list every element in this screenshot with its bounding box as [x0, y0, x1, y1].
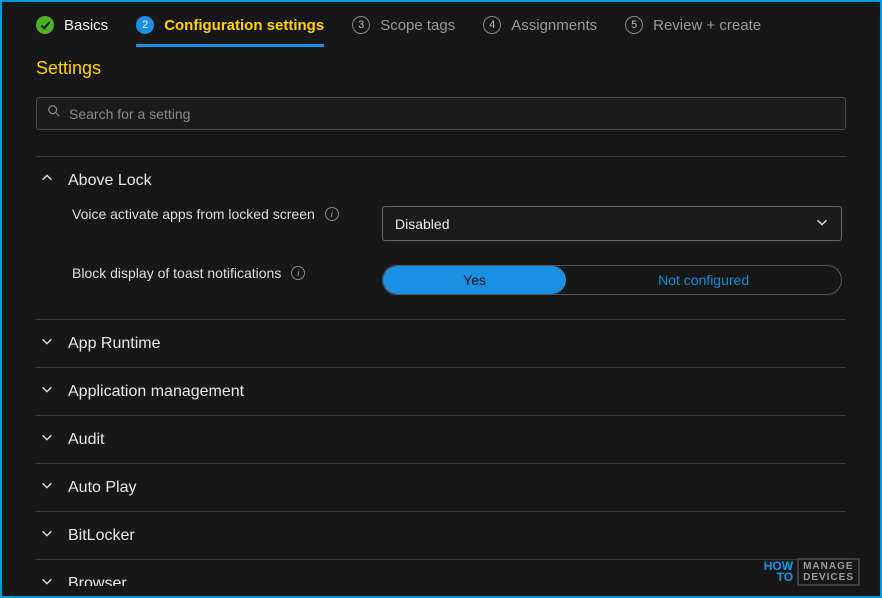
- category-audit: Audit: [36, 415, 846, 463]
- setting-label: Block display of toast notifications: [72, 265, 281, 281]
- step-label: Basics: [64, 17, 108, 34]
- category-header[interactable]: Browser: [36, 574, 846, 586]
- category-header[interactable]: BitLocker: [36, 526, 846, 545]
- watermark-devices: DEVICES: [803, 572, 854, 583]
- chevron-down-icon: [40, 382, 54, 401]
- info-icon[interactable]: i: [325, 207, 339, 221]
- category-title: Application management: [68, 383, 244, 401]
- step-label: Review + create: [653, 17, 761, 34]
- category-header[interactable]: App Runtime: [36, 334, 846, 353]
- step-assignments[interactable]: 4 Assignments: [483, 16, 597, 34]
- chevron-down-icon: [40, 526, 54, 545]
- watermark-logo: HOW TO MANAGE DEVICES: [764, 558, 860, 586]
- category-title: Above Lock: [68, 172, 152, 190]
- step-label: Assignments: [511, 17, 597, 34]
- search-input[interactable]: [69, 106, 835, 122]
- chevron-down-icon: [815, 215, 829, 232]
- step-number-icon: 2: [136, 16, 154, 34]
- step-number-icon: 4: [483, 16, 501, 34]
- chevron-down-icon: [40, 574, 54, 586]
- search-box[interactable]: [36, 97, 846, 130]
- toggle-option-yes[interactable]: Yes: [383, 266, 566, 294]
- voice-activate-dropdown[interactable]: Disabled: [382, 206, 842, 241]
- settings-content: Above Lock Voice activate apps from lock…: [2, 156, 880, 586]
- category-app-runtime: App Runtime: [36, 319, 846, 367]
- category-title: BitLocker: [68, 527, 135, 545]
- toggle-option-not-configured[interactable]: Not configured: [566, 266, 841, 294]
- chevron-down-icon: [40, 430, 54, 449]
- check-icon: [36, 16, 54, 34]
- category-title: Auto Play: [68, 479, 136, 497]
- category-header[interactable]: Auto Play: [36, 478, 846, 497]
- category-application-management: Application management: [36, 367, 846, 415]
- category-header-above-lock[interactable]: Above Lock: [36, 171, 846, 190]
- step-label: Configuration settings: [164, 17, 324, 34]
- watermark-to: TO: [764, 572, 793, 583]
- step-configuration-settings[interactable]: 2 Configuration settings: [136, 16, 324, 47]
- step-review-create[interactable]: 5 Review + create: [625, 16, 761, 34]
- step-label: Scope tags: [380, 17, 455, 34]
- setting-voice-activate-apps: Voice activate apps from locked screen i…: [72, 206, 846, 241]
- category-header[interactable]: Audit: [36, 430, 846, 449]
- step-number-icon: 3: [352, 16, 370, 34]
- dropdown-value: Disabled: [395, 216, 449, 232]
- step-scope-tags[interactable]: 3 Scope tags: [352, 16, 455, 34]
- category-bitlocker: BitLocker: [36, 511, 846, 559]
- watermark-manage: MANAGE: [803, 561, 854, 572]
- category-above-lock: Above Lock Voice activate apps from lock…: [36, 156, 846, 319]
- search-icon: [47, 104, 61, 123]
- block-toast-toggle: Yes Not configured: [382, 265, 842, 295]
- chevron-down-icon: [40, 334, 54, 353]
- chevron-down-icon: [40, 478, 54, 497]
- category-auto-play: Auto Play: [36, 463, 846, 511]
- setting-label: Voice activate apps from locked screen: [72, 206, 315, 222]
- category-title: Audit: [68, 431, 104, 449]
- setting-block-toast-notifications: Block display of toast notifications i Y…: [72, 265, 846, 295]
- chevron-up-icon: [40, 171, 54, 190]
- settings-heading: Settings: [2, 46, 880, 87]
- category-header[interactable]: Application management: [36, 382, 846, 401]
- info-icon[interactable]: i: [291, 266, 305, 280]
- step-number-icon: 5: [625, 16, 643, 34]
- wizard-stepper: Basics 2 Configuration settings 3 Scope …: [2, 2, 880, 46]
- step-basics[interactable]: Basics: [36, 16, 108, 34]
- category-title: App Runtime: [68, 335, 161, 353]
- category-title: Browser: [68, 575, 127, 587]
- category-browser: Browser: [36, 559, 846, 586]
